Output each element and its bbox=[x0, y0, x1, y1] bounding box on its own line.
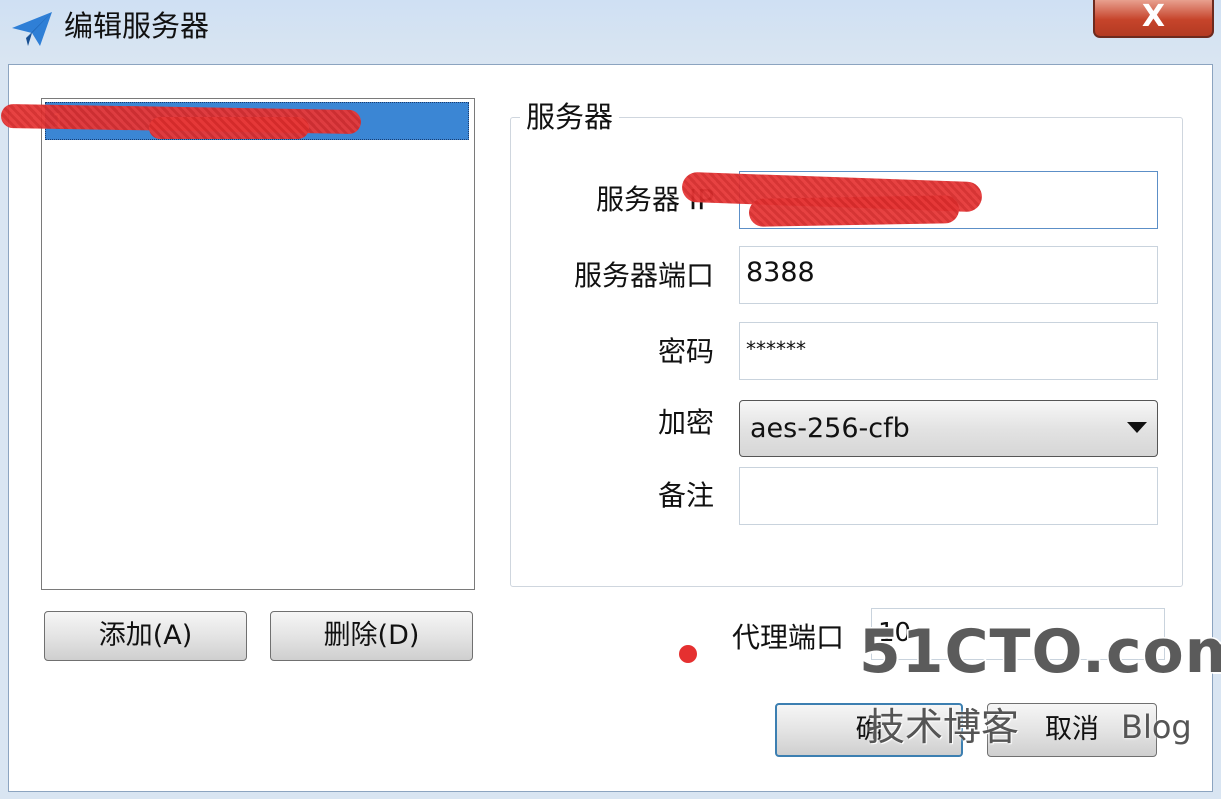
edit-server-window: 编辑服务器 X 1 添加(A) 删除(D) 服务器 服务器 IP 服务器端口 8… bbox=[0, 0, 1221, 799]
redaction-mark bbox=[149, 117, 309, 139]
redaction-mark bbox=[748, 195, 960, 227]
remarks-input[interactable] bbox=[739, 467, 1158, 525]
password-input[interactable]: ****** bbox=[739, 322, 1158, 380]
watermark-blog: Blog bbox=[1121, 708, 1192, 746]
close-button[interactable]: X bbox=[1093, 0, 1214, 38]
delete-button[interactable]: 删除(D) bbox=[270, 611, 473, 661]
dialog-body: 1 添加(A) 删除(D) 服务器 服务器 IP 服务器端口 8388 密码 *… bbox=[0, 64, 1221, 792]
encryption-select[interactable]: aes-256-cfb bbox=[739, 400, 1158, 457]
server-list[interactable]: 1 bbox=[41, 98, 475, 590]
server-port-label: 服务器端口 bbox=[573, 259, 714, 292]
server-group-title: 服务器 bbox=[520, 97, 620, 137]
remarks-label: 备注 bbox=[657, 479, 714, 512]
close-icon: X bbox=[1141, 0, 1166, 34]
password-label: 密码 bbox=[657, 335, 714, 368]
watermark: 51CTO.com 技术博客 Blog bbox=[857, 616, 1221, 767]
proxy-port-label: 代理端口 bbox=[731, 621, 844, 654]
title-bar: 编辑服务器 X bbox=[0, 0, 1221, 58]
encryption-selected-value: aes-256-cfb bbox=[750, 413, 910, 444]
watermark-site: 51CTO.com bbox=[857, 616, 1221, 689]
paper-plane-icon bbox=[12, 12, 52, 46]
encryption-label: 加密 bbox=[657, 406, 714, 439]
window-title: 编辑服务器 bbox=[64, 9, 210, 43]
annotation-dot bbox=[679, 645, 697, 663]
server-port-input[interactable]: 8388 bbox=[739, 246, 1158, 304]
chevron-down-icon bbox=[1127, 422, 1147, 433]
add-button[interactable]: 添加(A) bbox=[44, 611, 247, 661]
watermark-subtitle: 技术博客 bbox=[867, 705, 1020, 749]
